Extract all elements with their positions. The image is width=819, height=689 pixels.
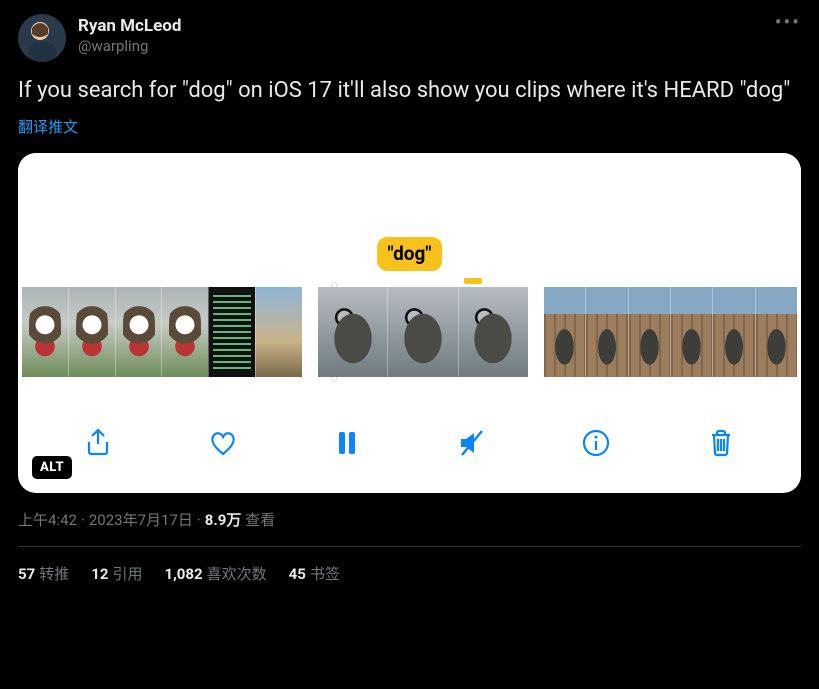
author-names: Ryan McLeod @warpling: [78, 16, 181, 56]
video-timeline[interactable]: [18, 287, 801, 377]
alt-badge[interactable]: ALT: [32, 456, 72, 479]
clip-group[interactable]: [318, 287, 528, 377]
timeline-thumbnail[interactable]: [585, 287, 627, 377]
translate-link[interactable]: 翻译推文: [18, 116, 801, 137]
info-icon[interactable]: [574, 421, 618, 465]
playhead-marker-icon: [464, 278, 482, 284]
bookmarks-stat[interactable]: 45书签: [289, 563, 340, 584]
tweet-meta: 上午4:42·2023年7月17日·8.9万 查看: [18, 509, 801, 530]
tweet-header: Ryan McLeod @warpling: [18, 14, 801, 62]
timeline-thumbnail[interactable]: [670, 287, 712, 377]
timeline-thumbnail[interactable]: [712, 287, 754, 377]
timeline-thumbnail[interactable]: [628, 287, 670, 377]
clip-group[interactable]: [544, 287, 797, 377]
handle[interactable]: @warpling: [78, 37, 181, 56]
avatar[interactable]: [18, 14, 66, 62]
tweet-time[interactable]: 上午4:42: [18, 511, 77, 529]
views-label: 查看: [245, 511, 275, 529]
tweet-text: If you search for "dog" on iOS 17 it'll …: [18, 76, 801, 106]
timeline-thumbnail[interactable]: [755, 287, 797, 377]
tweet-date[interactable]: 2023年7月17日: [89, 511, 193, 529]
tweet-container: Ryan McLeod @warpling ••• If you search …: [0, 0, 819, 584]
timeline-thumbnail[interactable]: [68, 287, 115, 377]
timeline-thumbnail[interactable]: [318, 287, 387, 377]
share-icon[interactable]: [76, 421, 120, 465]
pause-icon[interactable]: [325, 421, 369, 465]
timeline-thumbnail[interactable]: [458, 287, 528, 377]
likes-stat[interactable]: 1,082喜欢次数: [164, 563, 266, 584]
timeline-thumbnail[interactable]: [208, 287, 255, 377]
trash-icon[interactable]: [699, 421, 743, 465]
quotes-stat[interactable]: 12引用: [91, 563, 142, 584]
views-count[interactable]: 8.9万: [205, 511, 242, 529]
tweet-stats: 57转推 12引用 1,082喜欢次数 45书签: [18, 547, 801, 584]
retweets-stat[interactable]: 57转推: [18, 563, 69, 584]
display-name[interactable]: Ryan McLeod: [78, 16, 181, 37]
more-options-icon[interactable]: •••: [775, 12, 801, 32]
media-controls: [18, 421, 801, 465]
timeline-thumbnail[interactable]: [255, 287, 302, 377]
search-term-pill: "dog": [377, 237, 443, 271]
timeline-thumbnail[interactable]: [161, 287, 208, 377]
clip-group[interactable]: [22, 287, 302, 377]
media-card[interactable]: "dog": [18, 153, 801, 493]
timeline-thumbnail[interactable]: [387, 287, 457, 377]
timeline-thumbnail[interactable]: [544, 287, 585, 377]
heart-icon[interactable]: [201, 421, 245, 465]
timeline-thumbnail[interactable]: [22, 287, 68, 377]
timeline-thumbnail[interactable]: [115, 287, 162, 377]
mute-icon[interactable]: [450, 421, 494, 465]
